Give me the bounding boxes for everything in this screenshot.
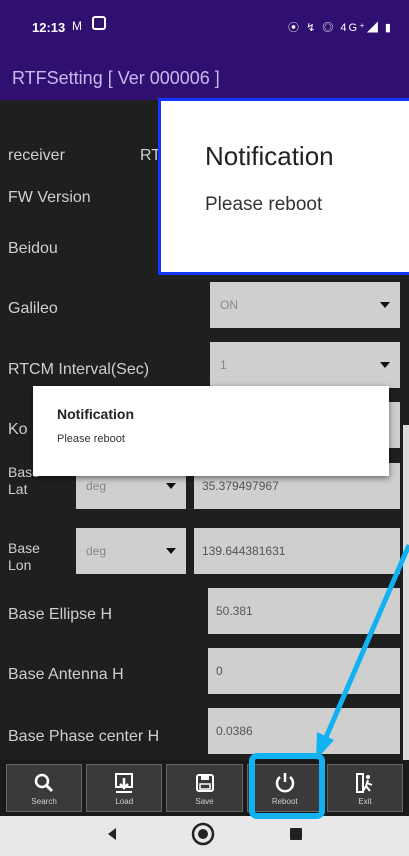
phone-screen: 12:13 M ⦿ ↯ ◎ 4G⁺◢ ▮ RTFSetting [ Ver 00… xyxy=(0,0,409,856)
annotation-arrow xyxy=(316,544,409,760)
